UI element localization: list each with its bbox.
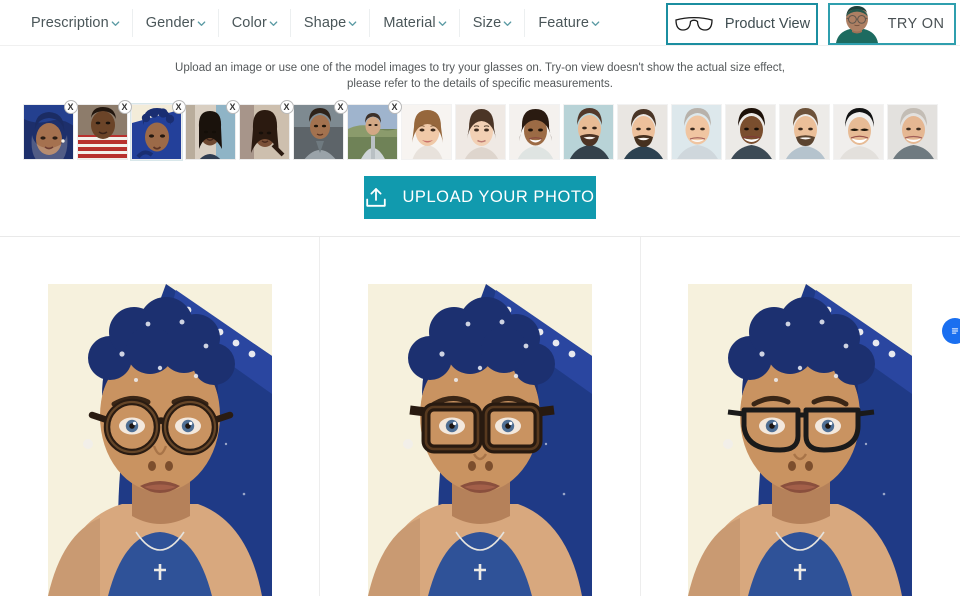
filter-prescription[interactable]: Prescription [18, 0, 133, 46]
filter-size-label: Size [472, 14, 502, 31]
thumbnail-image [886, 104, 938, 160]
thumbnail-image [778, 104, 830, 160]
thumbnail-model-8[interactable] [778, 104, 830, 160]
chevron-down-icon [348, 19, 357, 28]
thumbnail-user-photo-5[interactable]: X [238, 100, 294, 160]
thumbnail-model-6[interactable] [670, 104, 722, 160]
filter-color[interactable]: Color [219, 0, 292, 46]
chevron-down-icon [269, 19, 278, 28]
thumbnail-delete-button[interactable]: X [225, 100, 240, 114]
thumbnail-image [616, 104, 668, 160]
filter-size[interactable]: Size [460, 0, 526, 46]
thumbnail-user-photo-6[interactable]: X [292, 100, 348, 160]
avatar-with-glasses-icon [830, 5, 884, 43]
thumbnail-model-7[interactable] [724, 104, 776, 160]
thumbnail-user-photo-2[interactable]: X [76, 100, 132, 160]
chevron-down-icon [438, 19, 447, 28]
filter-shape[interactable]: Shape [291, 0, 371, 46]
thumbnail-model-10[interactable] [886, 104, 938, 160]
thumbnail-model-9[interactable] [832, 104, 884, 160]
filter-color-label: Color [231, 14, 267, 31]
thumbnail-image [832, 104, 884, 160]
thumbnail-image [562, 104, 614, 160]
product-grid [0, 237, 960, 596]
filter-feature-label: Feature [538, 14, 589, 31]
filter-gender-label: Gender [145, 14, 195, 31]
thumbnail-image [454, 104, 506, 160]
model-thumbnail-strip: X X X X X X X [0, 100, 960, 161]
page-root: Prescription Gender Color Shape Material… [0, 0, 960, 600]
thumbnail-image [724, 104, 776, 160]
try-on-preview-1 [47, 284, 272, 596]
product-card-2[interactable] [320, 237, 641, 596]
filter-nav: Prescription Gender Color Shape Material… [0, 0, 613, 46]
chevron-down-icon [503, 19, 512, 28]
try-on-preview-3 [688, 284, 913, 596]
try-on-label: TRY ON [887, 16, 945, 32]
try-on-hint-text: Upload an image or use one of the model … [175, 62, 785, 90]
thumbnail-user-photo-3[interactable]: X [129, 100, 186, 161]
chevron-down-icon [111, 19, 120, 28]
upload-your-photo-button[interactable]: UPLOAD YOUR PHOTO [364, 176, 596, 219]
thumbnail-model-5[interactable] [616, 104, 668, 160]
try-on-preview-2 [367, 284, 592, 596]
filter-gender[interactable]: Gender [133, 0, 219, 46]
thumbnail-user-photo-4[interactable]: X [184, 100, 240, 160]
thumbnail-model-2[interactable] [454, 104, 506, 160]
thumbnail-model-1[interactable] [400, 104, 452, 160]
upload-button-label: UPLOAD YOUR PHOTO [402, 188, 595, 206]
view-toggle-group: Product View TRY ON [666, 3, 956, 45]
thumbnail-delete-button[interactable]: X [333, 100, 348, 114]
filter-shape-label: Shape [303, 14, 347, 31]
chevron-down-icon [591, 19, 600, 28]
thumbnail-image [670, 104, 722, 160]
thumbnail-delete-button[interactable]: X [171, 100, 186, 114]
try-on-button[interactable]: TRY ON [828, 3, 956, 45]
thumbnail-model-4[interactable] [562, 104, 614, 160]
filter-prescription-label: Prescription [31, 14, 109, 31]
glasses-icon [674, 14, 714, 34]
thumbnail-image [508, 104, 560, 160]
chat-bubble-icon [949, 325, 960, 337]
thumbnail-delete-button[interactable]: X [387, 100, 402, 114]
filter-material[interactable]: Material [370, 0, 461, 46]
thumbnail-delete-button[interactable]: X [63, 100, 78, 114]
thumbnail-model-3[interactable] [508, 104, 560, 160]
try-on-panel: Upload an image or use one of the model … [0, 46, 960, 237]
thumbnail-image [400, 104, 452, 160]
product-card-3[interactable] [641, 237, 960, 596]
filter-material-label: Material [383, 14, 436, 31]
chevron-down-icon [197, 19, 206, 28]
product-view-label: Product View [724, 16, 811, 32]
thumbnail-delete-button[interactable]: X [117, 100, 132, 114]
product-card-1[interactable] [0, 237, 321, 596]
product-view-button[interactable]: Product View [666, 3, 818, 45]
thumbnail-user-photo-1[interactable]: X [22, 100, 78, 160]
upload-icon [365, 187, 387, 208]
thumbnail-delete-button[interactable]: X [279, 100, 294, 114]
thumbnail-user-photo-7[interactable]: X [346, 100, 402, 160]
upload-button-wrap: UPLOAD YOUR PHOTO [0, 176, 960, 219]
top-filter-bar: Prescription Gender Color Shape Material… [0, 0, 960, 46]
filter-feature[interactable]: Feature [525, 0, 613, 46]
